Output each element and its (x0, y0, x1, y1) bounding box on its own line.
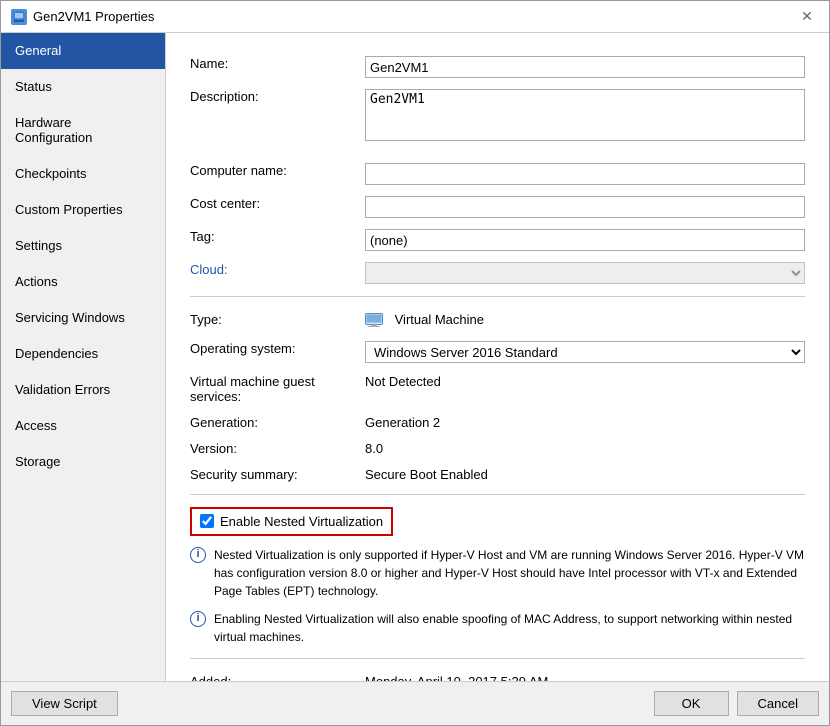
window-body: General Status Hardware Configuration Ch… (1, 33, 829, 681)
name-value (365, 53, 805, 78)
security-row: Security summary: Secure Boot Enabled (190, 464, 805, 482)
cloud-label: Cloud: (190, 259, 365, 277)
title-bar-left: Gen2VM1 Properties (11, 9, 154, 25)
virtual-machine-icon (365, 313, 383, 327)
type-text: Virtual Machine (395, 312, 484, 327)
sidebar-item-status[interactable]: Status (1, 69, 165, 105)
divider-3 (190, 658, 805, 659)
generation-label: Generation: (190, 412, 365, 430)
nested-virt-checkbox[interactable] (200, 514, 214, 528)
computer-name-input[interactable] (365, 163, 805, 185)
cloud-select[interactable] (365, 262, 805, 284)
os-label: Operating system: (190, 338, 365, 356)
version-value: 8.0 (365, 438, 805, 456)
name-input[interactable] (365, 56, 805, 78)
sidebar-item-storage[interactable]: Storage (1, 444, 165, 480)
description-value: Gen2VM1 (365, 86, 805, 144)
footer: View Script OK Cancel (1, 681, 829, 725)
content-area: Name: Description: Gen2VM1 Computer name… (166, 33, 829, 681)
computer-name-label: Computer name: (190, 160, 365, 178)
description-row: Description: Gen2VM1 (190, 86, 805, 144)
os-select[interactable]: Windows Server 2016 Standard (365, 341, 805, 363)
nested-virt-container: Enable Nested Virtualization (190, 507, 805, 536)
guest-services-row: Virtual machine guest services: Not Dete… (190, 371, 805, 404)
nested-virt-text: Enable Nested Virtualization (220, 514, 383, 529)
security-label: Security summary: (190, 464, 365, 482)
generation-row: Generation: Generation 2 (190, 412, 805, 430)
vm-type-icon: Virtual Machine (365, 312, 484, 327)
computer-name-value (365, 160, 805, 185)
window-icon (11, 9, 27, 25)
guest-services-label: Virtual machine guest services: (190, 371, 365, 404)
info-text-2: Enabling Nested Virtualization will also… (214, 610, 805, 646)
tag-label: Tag: (190, 226, 365, 244)
info-text-1: Nested Virtualization is only supported … (214, 546, 805, 600)
guest-services-value: Not Detected (365, 371, 805, 389)
cost-center-value (365, 193, 805, 218)
tag-row: Tag: (190, 226, 805, 251)
computer-name-row: Computer name: (190, 160, 805, 185)
type-value: Virtual Machine (365, 309, 805, 330)
divider-2 (190, 494, 805, 495)
os-value: Windows Server 2016 Standard (365, 338, 805, 363)
main-window: Gen2VM1 Properties ✕ General Status Hard… (0, 0, 830, 726)
generation-value: Generation 2 (365, 412, 805, 430)
window-title: Gen2VM1 Properties (33, 9, 154, 24)
tag-value (365, 226, 805, 251)
cancel-button[interactable]: Cancel (737, 691, 819, 716)
sidebar-item-checkpoints[interactable]: Checkpoints (1, 156, 165, 192)
ok-button[interactable]: OK (654, 691, 729, 716)
info-box-2: i Enabling Nested Virtualization will al… (190, 610, 805, 646)
cloud-value (365, 259, 805, 284)
name-row: Name: (190, 53, 805, 78)
version-label: Version: (190, 438, 365, 456)
cost-center-row: Cost center: (190, 193, 805, 218)
sidebar-item-custom-properties[interactable]: Custom Properties (1, 192, 165, 228)
info-icon-1: i (190, 547, 206, 563)
sidebar-item-settings[interactable]: Settings (1, 228, 165, 264)
sidebar-item-servicing-windows[interactable]: Servicing Windows (1, 300, 165, 336)
info-icon-2: i (190, 611, 206, 627)
version-row: Version: 8.0 (190, 438, 805, 456)
security-value: Secure Boot Enabled (365, 464, 805, 482)
info-box-1: i Nested Virtualization is only supporte… (190, 546, 805, 600)
os-row: Operating system: Windows Server 2016 St… (190, 338, 805, 363)
cost-center-input[interactable] (365, 196, 805, 218)
title-bar: Gen2VM1 Properties ✕ (1, 1, 829, 33)
description-label: Description: (190, 86, 365, 104)
added-row: Added: Monday, April 10, 2017 5:29 AM (190, 671, 805, 682)
sidebar-item-access[interactable]: Access (1, 408, 165, 444)
sidebar-item-general[interactable]: General (1, 33, 165, 69)
view-script-button[interactable]: View Script (11, 691, 118, 716)
type-label: Type: (190, 309, 365, 327)
nested-virt-label[interactable]: Enable Nested Virtualization (190, 507, 393, 536)
type-row: Type: Virtual Machine (190, 309, 805, 330)
tag-input[interactable] (365, 229, 805, 251)
cloud-row: Cloud: (190, 259, 805, 284)
added-label: Added: (190, 671, 365, 682)
divider-1 (190, 296, 805, 297)
cost-center-label: Cost center: (190, 193, 365, 211)
sidebar: General Status Hardware Configuration Ch… (1, 33, 166, 681)
name-label: Name: (190, 53, 365, 71)
description-input[interactable]: Gen2VM1 (365, 89, 805, 141)
sidebar-item-hardware-configuration[interactable]: Hardware Configuration (1, 105, 165, 156)
sidebar-item-actions[interactable]: Actions (1, 264, 165, 300)
sidebar-item-validation-errors[interactable]: Validation Errors (1, 372, 165, 408)
sidebar-item-dependencies[interactable]: Dependencies (1, 336, 165, 372)
footer-right: OK Cancel (654, 691, 819, 716)
close-button[interactable]: ✕ (795, 5, 819, 29)
added-value: Monday, April 10, 2017 5:29 AM (365, 671, 805, 682)
